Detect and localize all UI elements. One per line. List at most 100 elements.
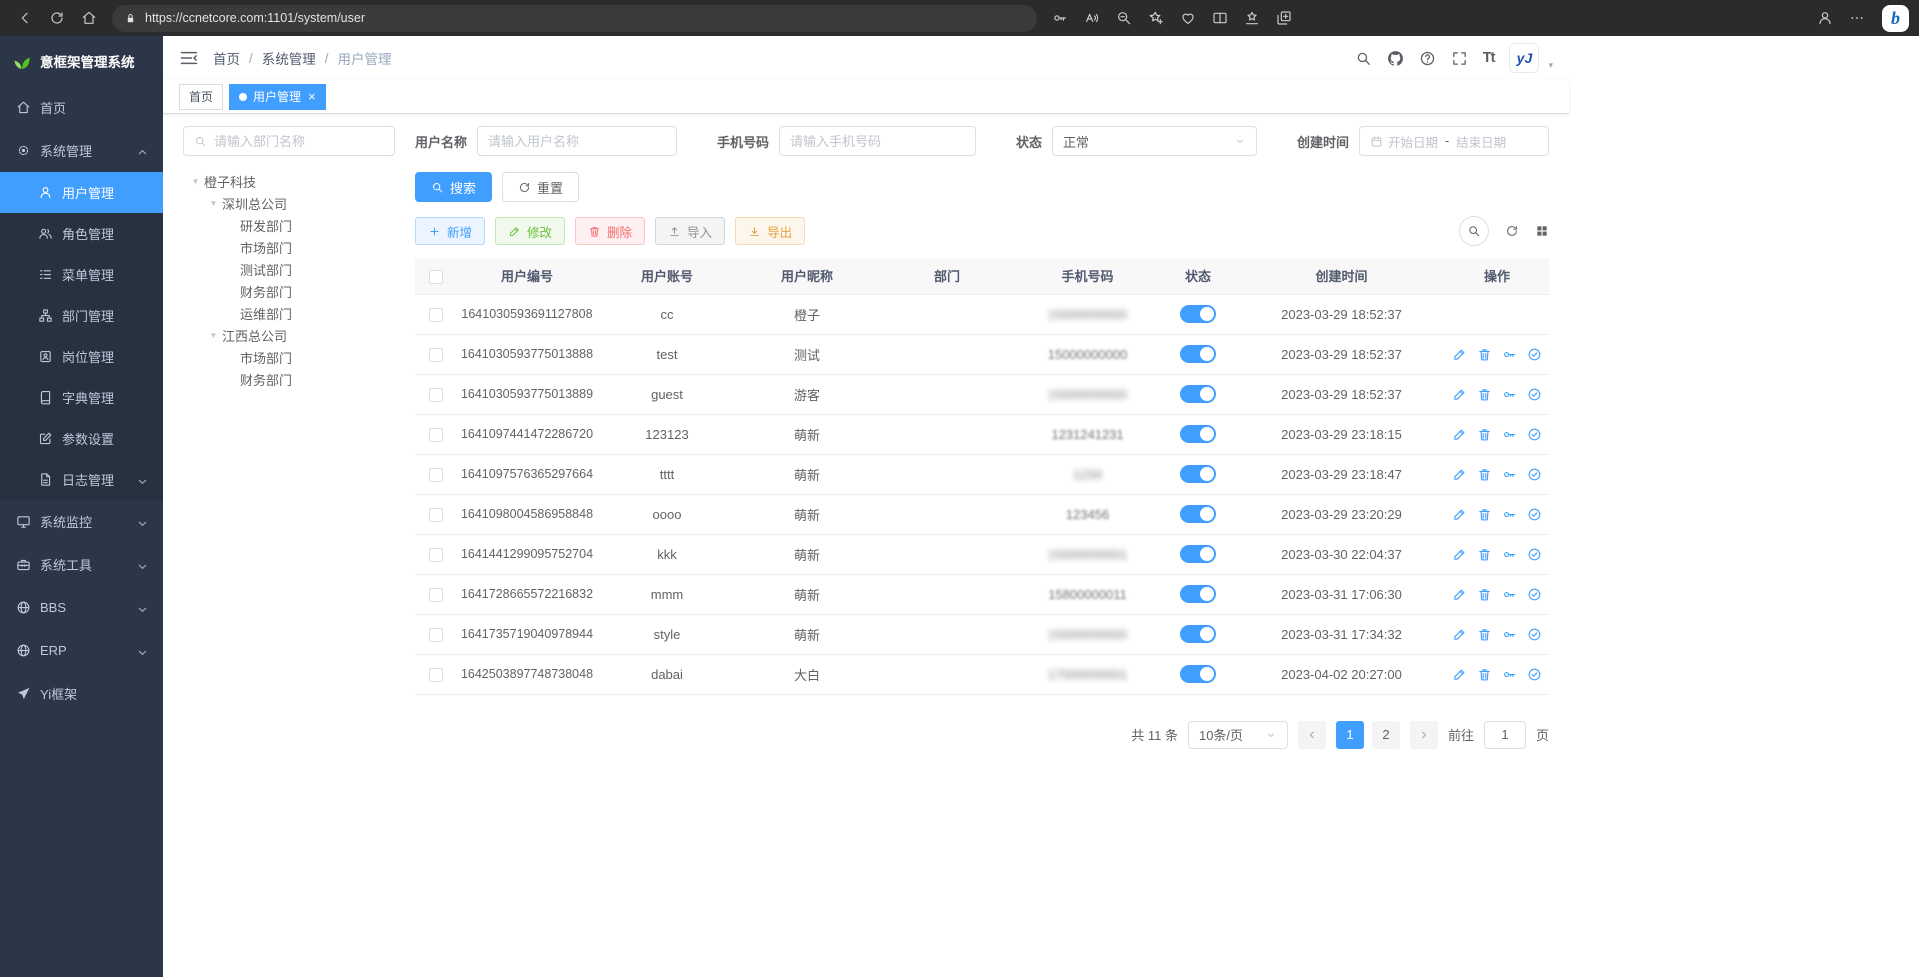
- sidebar-item-dept-management[interactable]: 部门管理: [0, 295, 163, 336]
- breadcrumb-home[interactable]: 首页: [213, 48, 240, 68]
- goto-page-input[interactable]: [1484, 721, 1526, 749]
- reset-password-button[interactable]: [1502, 427, 1517, 442]
- status-toggle[interactable]: [1180, 585, 1216, 603]
- delete-action-button[interactable]: [1477, 587, 1492, 602]
- tree-node[interactable]: 市场部门: [183, 236, 395, 258]
- delete-button[interactable]: 删除: [575, 217, 645, 245]
- row-checkbox[interactable]: [429, 668, 443, 682]
- sidebar-item-system-tools[interactable]: 系统工具: [0, 543, 163, 586]
- assign-role-button[interactable]: [1527, 347, 1542, 362]
- edit-action-button[interactable]: [1452, 587, 1467, 602]
- assign-role-button[interactable]: [1527, 387, 1542, 402]
- sidebar-item-yi-framework[interactable]: Yi框架: [0, 672, 163, 715]
- edit-action-button[interactable]: [1452, 467, 1467, 482]
- edit-action-button[interactable]: [1452, 347, 1467, 362]
- row-checkbox[interactable]: [429, 508, 443, 522]
- edit-action-button[interactable]: [1452, 387, 1467, 402]
- row-checkbox[interactable]: [429, 348, 443, 362]
- export-button[interactable]: 导出: [735, 217, 805, 245]
- delete-action-button[interactable]: [1477, 387, 1492, 402]
- sidebar-item-erp[interactable]: ERP: [0, 629, 163, 672]
- back-button[interactable]: [10, 4, 40, 32]
- reload-button[interactable]: [42, 4, 72, 32]
- delete-action-button[interactable]: [1477, 467, 1492, 482]
- home-button[interactable]: [74, 4, 104, 32]
- column-settings-button[interactable]: [1535, 224, 1549, 238]
- date-range-picker[interactable]: 开始日期 - 结束日期: [1359, 126, 1549, 156]
- reset-password-button[interactable]: [1502, 667, 1517, 682]
- row-checkbox[interactable]: [429, 588, 443, 602]
- sidebar-item-role-management[interactable]: 角色管理: [0, 213, 163, 254]
- status-toggle[interactable]: [1180, 625, 1216, 643]
- reset-button[interactable]: 重置: [502, 172, 579, 202]
- status-toggle[interactable]: [1180, 305, 1216, 323]
- sidebar-item-bbs[interactable]: BBS: [0, 586, 163, 629]
- page-size-select[interactable]: 10条/页: [1188, 721, 1288, 749]
- edit-action-button[interactable]: [1452, 427, 1467, 442]
- edit-action-button[interactable]: [1452, 507, 1467, 522]
- edit-action-button[interactable]: [1452, 627, 1467, 642]
- assign-role-button[interactable]: [1527, 667, 1542, 682]
- close-tab-icon[interactable]: ×: [308, 90, 316, 103]
- status-toggle[interactable]: [1180, 385, 1216, 403]
- status-select[interactable]: 正常: [1052, 126, 1257, 156]
- reset-password-button[interactable]: [1502, 547, 1517, 562]
- page-button-1[interactable]: 1: [1336, 721, 1364, 749]
- row-checkbox[interactable]: [429, 388, 443, 402]
- sidebar-item-home[interactable]: 首页: [0, 86, 163, 129]
- delete-action-button[interactable]: [1477, 507, 1492, 522]
- browser-menu-button[interactable]: [1842, 4, 1872, 32]
- github-button[interactable]: [1387, 50, 1404, 67]
- row-checkbox[interactable]: [429, 628, 443, 642]
- toggle-search-button[interactable]: [1459, 216, 1489, 246]
- delete-action-button[interactable]: [1477, 347, 1492, 362]
- fullscreen-button[interactable]: [1451, 50, 1468, 67]
- edit-button[interactable]: 修改: [495, 217, 565, 245]
- status-toggle[interactable]: [1180, 545, 1216, 563]
- tree-node[interactable]: 运维部门: [183, 302, 395, 324]
- dept-search-field[interactable]: [214, 134, 384, 149]
- assign-role-button[interactable]: [1527, 547, 1542, 562]
- sidebar-item-system-management[interactable]: 系统管理: [0, 129, 163, 172]
- split-button[interactable]: [1205, 4, 1235, 32]
- search-button[interactable]: 搜索: [415, 172, 492, 202]
- user-avatar[interactable]: yJ: [1509, 43, 1539, 73]
- status-toggle[interactable]: [1180, 505, 1216, 523]
- row-checkbox[interactable]: [429, 428, 443, 442]
- sidebar-item-system-monitor[interactable]: 系统监控: [0, 500, 163, 543]
- edit-action-button[interactable]: [1452, 667, 1467, 682]
- edit-action-button[interactable]: [1452, 547, 1467, 562]
- key-button[interactable]: [1045, 4, 1075, 32]
- delete-action-button[interactable]: [1477, 547, 1492, 562]
- delete-action-button[interactable]: [1477, 627, 1492, 642]
- address-bar[interactable]: https://ccnetcore.com:1101/system/user: [112, 5, 1037, 32]
- delete-action-button[interactable]: [1477, 667, 1492, 682]
- sidebar-item-log-management[interactable]: 日志管理: [0, 459, 163, 500]
- tree-node[interactable]: ▼深圳总公司: [183, 192, 395, 214]
- import-button[interactable]: 导入: [655, 217, 725, 245]
- text-size-button[interactable]: Tt: [1483, 50, 1495, 66]
- dept-search-input[interactable]: [183, 126, 395, 156]
- add-button[interactable]: 新增: [415, 217, 485, 245]
- reset-password-button[interactable]: [1502, 507, 1517, 522]
- status-toggle[interactable]: [1180, 345, 1216, 363]
- breadcrumb-system[interactable]: 系统管理: [262, 48, 316, 68]
- sidebar-item-user-management[interactable]: 用户管理: [0, 172, 163, 213]
- zoomout-button[interactable]: [1109, 4, 1139, 32]
- reset-password-button[interactable]: [1502, 387, 1517, 402]
- status-toggle[interactable]: [1180, 665, 1216, 683]
- status-toggle[interactable]: [1180, 425, 1216, 443]
- reset-password-button[interactable]: [1502, 347, 1517, 362]
- assign-role-button[interactable]: [1527, 427, 1542, 442]
- search-button[interactable]: [1355, 50, 1372, 67]
- collections-button[interactable]: [1269, 4, 1299, 32]
- reset-password-button[interactable]: [1502, 627, 1517, 642]
- tree-node[interactable]: 市场部门: [183, 346, 395, 368]
- row-checkbox[interactable]: [429, 308, 443, 322]
- tree-node[interactable]: ▼江西总公司: [183, 324, 395, 346]
- starplus-button[interactable]: [1141, 4, 1171, 32]
- refresh-table-button[interactable]: [1505, 224, 1519, 238]
- prev-page-button[interactable]: ‹: [1298, 721, 1326, 749]
- essentials-button[interactable]: [1173, 4, 1203, 32]
- tab-1[interactable]: 用户管理×: [229, 84, 326, 110]
